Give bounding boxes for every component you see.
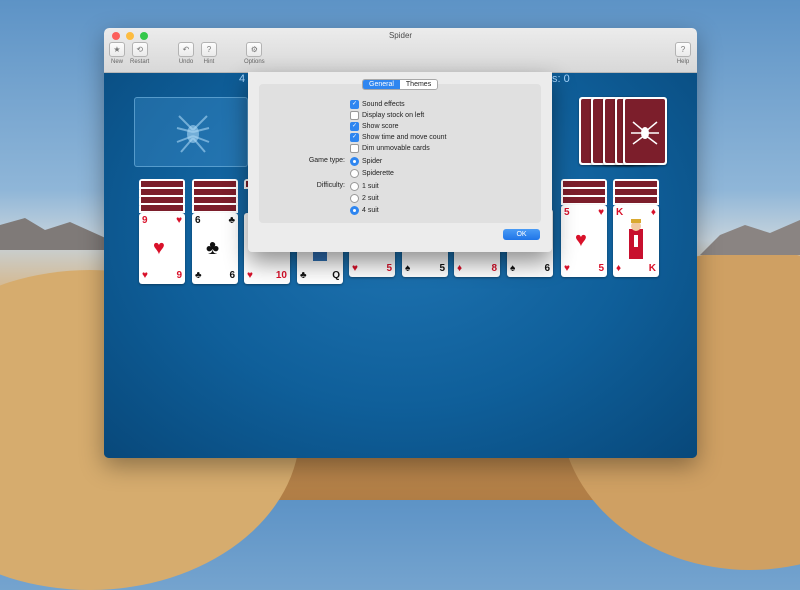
card-rank: 5 <box>564 207 570 218</box>
options-dialog: ✓ Sound effects Display stock on left ✓ Sh… <box>248 72 552 252</box>
heart-icon: ♥ <box>142 270 148 281</box>
radio-label: 2 suit <box>362 195 379 202</box>
card[interactable]: 9 ♥ ♥ ♥ 9 <box>139 213 185 284</box>
card-rank: 6 <box>544 263 550 274</box>
card-rank: 10 <box>275 270 287 281</box>
star-icon: ★ <box>109 42 125 57</box>
checkbox-label: Sound effects <box>362 101 405 108</box>
club-icon: ♣ <box>228 215 235 226</box>
radio-label: Spiderette <box>362 170 394 177</box>
title-bar: Spider ★ New ⟲ Restart ↶ Undo ? Hint ⚙ O… <box>104 28 697 73</box>
new-button[interactable]: ★ New <box>109 42 125 65</box>
game-type-label: Game type: <box>308 157 345 164</box>
help-button[interactable]: ? Help <box>675 42 691 65</box>
king-figure-icon <box>629 219 643 259</box>
options-button[interactable]: ⚙ Options <box>244 42 265 65</box>
card-rank: K <box>648 263 656 274</box>
hint-icon: ? <box>201 42 217 57</box>
checkbox-box <box>350 144 359 153</box>
checkbox-label: Display stock on left <box>362 112 425 119</box>
diamond-icon: ♦ <box>650 207 656 218</box>
checkbox-label: Show score <box>362 123 399 130</box>
radio-label: Spider <box>362 158 383 165</box>
dim-unmovable-checkbox[interactable]: Dim unmovable cards <box>350 144 430 153</box>
spider-radio[interactable]: Spider <box>350 157 382 166</box>
heart-icon: ♥ <box>564 263 570 274</box>
window-title: Spider <box>388 31 413 40</box>
checkbox-label: Show time and move count <box>362 134 447 141</box>
radio-dot <box>350 206 359 215</box>
undo-button[interactable]: ↶ Undo <box>178 42 194 65</box>
undo-icon: ↶ <box>178 42 194 57</box>
spade-icon: ♠ <box>405 263 411 274</box>
options-label: Options <box>244 59 265 65</box>
heart-icon: ♥ <box>176 215 182 226</box>
card[interactable]: K ♦ ♦ K <box>613 205 659 277</box>
diamond-icon: ♦ <box>616 263 622 274</box>
card-rank: 8 <box>491 263 497 274</box>
spider-icon <box>631 121 659 145</box>
show-score-checkbox[interactable]: ✓ Show score <box>350 122 399 131</box>
card-rank: 5 <box>598 263 604 274</box>
show-time-checkbox[interactable]: ✓ Show time and move count <box>350 133 446 142</box>
difficulty-label: Difficulty: <box>316 182 345 189</box>
checkbox-label: Dim unmovable cards <box>362 145 430 152</box>
display-stock-left-checkbox[interactable]: Display stock on left <box>350 111 424 120</box>
tab-general[interactable]: General <box>363 80 400 89</box>
hint-button[interactable]: ? Hint <box>201 42 217 65</box>
card-rank: 9 <box>176 270 182 281</box>
club-icon: ♣ <box>300 270 307 281</box>
radio-label: 4 suit <box>362 207 379 214</box>
help-icon: ? <box>675 42 691 57</box>
heart-icon: ♥ <box>153 237 165 259</box>
spade-icon: ♠ <box>510 263 516 274</box>
settings-tabs: General Themes <box>362 79 439 90</box>
club-icon: ♣ <box>195 270 202 281</box>
one-suit-radio[interactable]: 1 suit <box>350 182 379 191</box>
four-suit-radio[interactable]: 4 suit <box>350 206 379 215</box>
hint-label: Hint <box>203 59 215 65</box>
card[interactable]: 5 ♥ ♥ ♥ 5 <box>561 205 607 277</box>
radio-dot <box>350 157 359 166</box>
gears-icon: ⚙ <box>246 42 263 57</box>
checkmark-icon: ✓ <box>350 133 359 142</box>
checkmark-icon: ✓ <box>350 122 359 131</box>
card-rank: 9 <box>142 215 148 226</box>
restart-icon: ⟲ <box>131 42 148 57</box>
radio-circle <box>350 169 359 178</box>
help-label: Help <box>676 59 690 65</box>
two-suit-radio[interactable]: 2 suit <box>350 194 379 203</box>
spiderette-radio[interactable]: Spiderette <box>350 169 394 178</box>
radio-label: 1 suit <box>362 183 379 190</box>
foundation-slot <box>134 97 248 167</box>
tab-themes[interactable]: Themes <box>399 80 438 89</box>
ok-button[interactable]: OK <box>503 229 540 240</box>
card-rank: 6 <box>229 270 235 281</box>
radio-circle <box>350 182 359 191</box>
heart-icon: ♥ <box>247 270 253 281</box>
restart-label: Restart <box>130 59 150 65</box>
card-rank: Q <box>332 270 340 281</box>
club-icon: ♣ <box>206 237 220 259</box>
undo-label: Undo <box>178 59 194 65</box>
card-rank: 5 <box>386 263 392 274</box>
general-settings-group: ✓ Sound effects Display stock on left ✓ Sh… <box>259 84 541 223</box>
new-label: New <box>110 59 123 65</box>
checkmark-icon: ✓ <box>350 100 359 109</box>
card[interactable]: 6 ♣ ♣ ♣ 6 <box>192 213 238 284</box>
heart-icon: ♥ <box>352 263 358 274</box>
diamond-icon: ♦ <box>457 263 463 274</box>
restart-button[interactable]: ⟲ Restart <box>130 42 149 65</box>
card-rank: 6 <box>195 215 201 226</box>
checkbox-box <box>350 111 359 120</box>
spider-icon <box>176 115 210 153</box>
radio-circle <box>350 194 359 203</box>
sound-effects-checkbox[interactable]: ✓ Sound effects <box>350 100 405 109</box>
hud-right: s: 0 <box>552 73 570 85</box>
heart-icon: ♥ <box>575 229 587 251</box>
hud-left: 4 <box>239 73 246 85</box>
card-rank: 5 <box>439 263 445 274</box>
heart-icon: ♥ <box>598 207 604 218</box>
